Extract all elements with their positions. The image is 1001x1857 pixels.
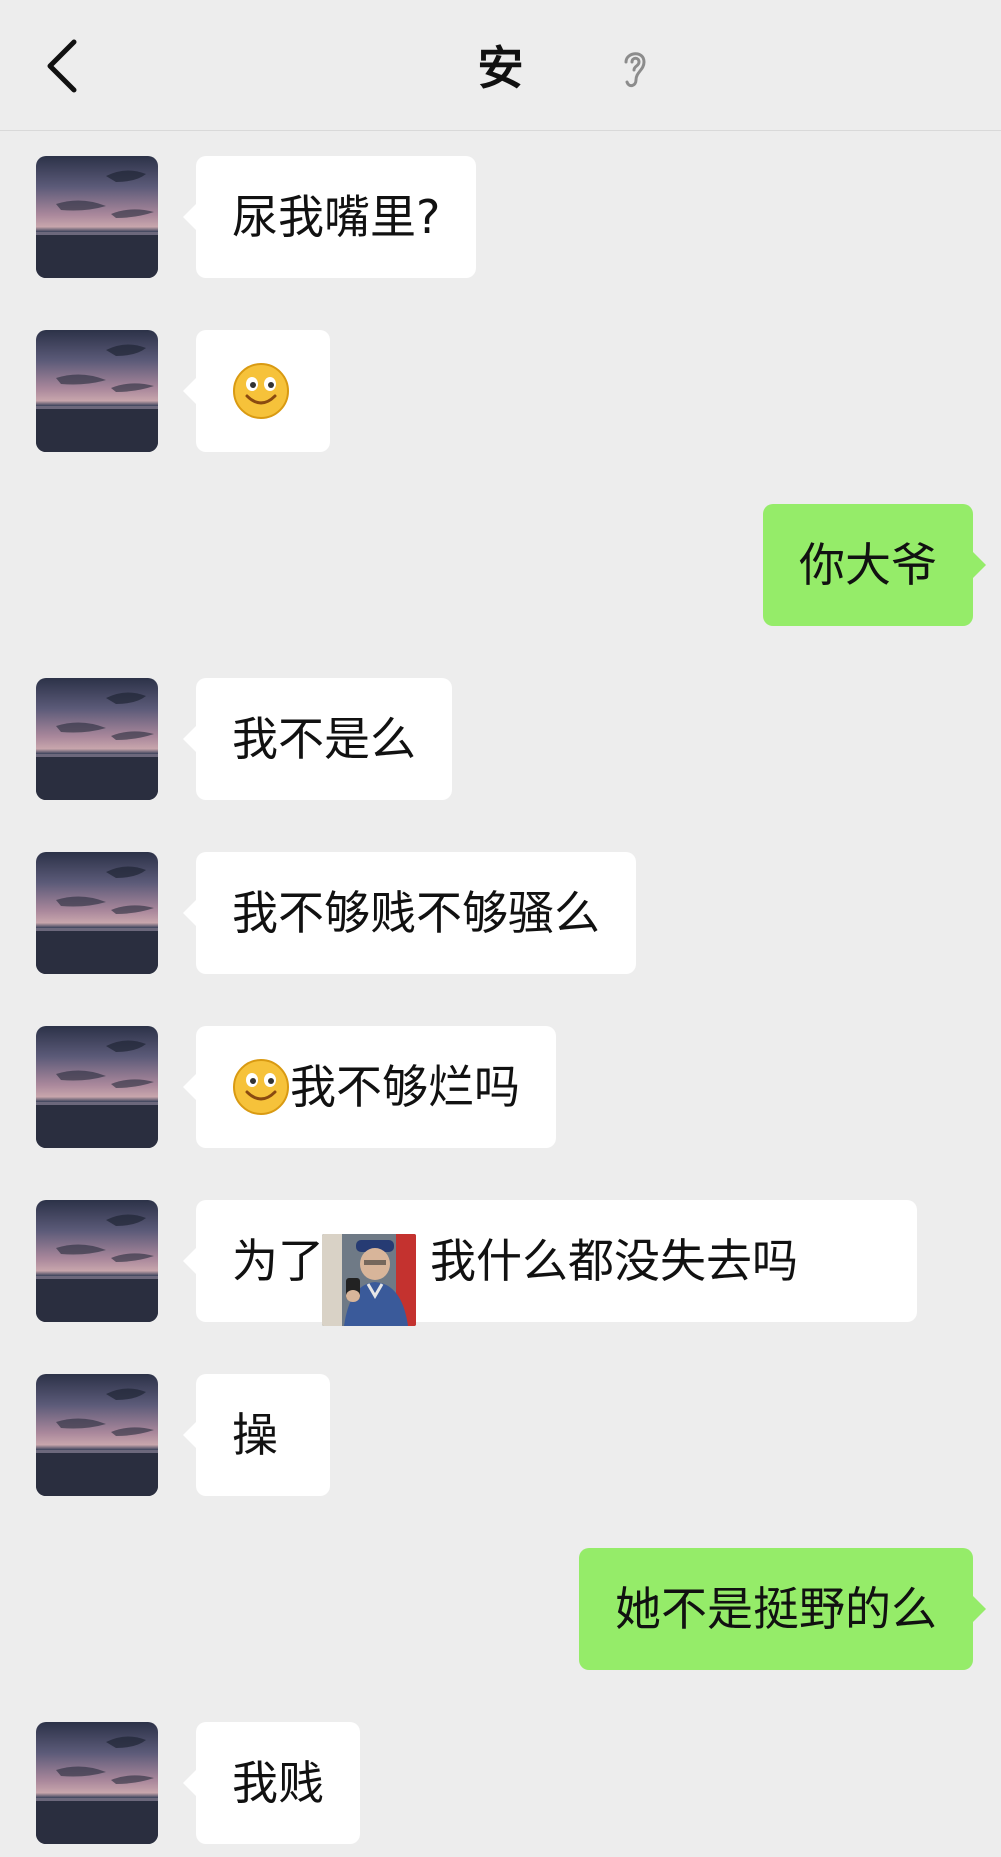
message-bubble-outgoing[interactable]: 你大爷 [763,504,986,626]
chat-header: 安 [0,0,1001,131]
message-bubble-incoming[interactable] [183,330,330,452]
message-bubble-incoming[interactable]: 我不够贱不够骚么 [183,852,636,974]
message-row: 我贱 [0,1722,1001,1844]
chat-title: 安 [477,41,524,95]
message-text: 我不够贱不够骚么 [232,886,600,940]
avatar[interactable] [36,1374,158,1496]
smile-emoji-icon [233,1058,289,1115]
old-man-with-phone-sticker[interactable] [322,1234,416,1326]
message-text: 尿我嘴里? [232,190,441,244]
message-row: 操 [0,1374,1001,1496]
smile-emoji-icon [233,362,289,419]
message-row [0,330,1001,452]
message-bubble-outgoing[interactable]: 她不是挺野的么 [579,1548,986,1670]
message-row: 我不够烂吗 [0,1026,1001,1148]
message-text: 你大爷 [799,538,937,592]
message-row: 尿我嘴里? [0,156,1001,278]
message-bubble-incoming[interactable]: 我不是么 [183,678,452,800]
avatar[interactable] [36,678,158,800]
message-row: 她不是挺野的么 [0,1548,1001,1670]
message-text: 我不够烂吗 [290,1060,520,1114]
message-row: 为了你我什么都没失去吗 [0,1200,1001,1340]
message-text: 她不是挺野的么 [615,1582,937,1636]
message-bubble-incoming[interactable]: 为了你我什么都没失去吗 [183,1200,917,1322]
message-bubble-incoming[interactable]: 我贱 [183,1722,360,1844]
message-text: 我什么都没失去吗 [430,1234,798,1288]
message-row: 我不是么 [0,678,1001,800]
message-text: 我不是么 [232,712,416,766]
message-text: 操 [232,1408,278,1462]
message-text: 我贱 [232,1756,324,1810]
avatar[interactable] [36,1026,158,1148]
message-row: 我不够贱不够骚么 [0,852,1001,974]
avatar[interactable] [36,1200,158,1322]
message-bubble-incoming[interactable]: 尿我嘴里? [182,156,477,278]
ear-icon [624,52,646,88]
avatar[interactable] [36,156,158,278]
message-bubble-incoming[interactable]: 操 [183,1374,330,1496]
avatar[interactable] [36,1722,158,1844]
message-bubble-incoming[interactable]: 我不够烂吗 [183,1026,556,1148]
avatar[interactable] [36,330,158,452]
avatar[interactable] [36,852,158,974]
message-text-before: 为了 [232,1234,324,1288]
message-row: 你大爷 [0,504,1001,626]
